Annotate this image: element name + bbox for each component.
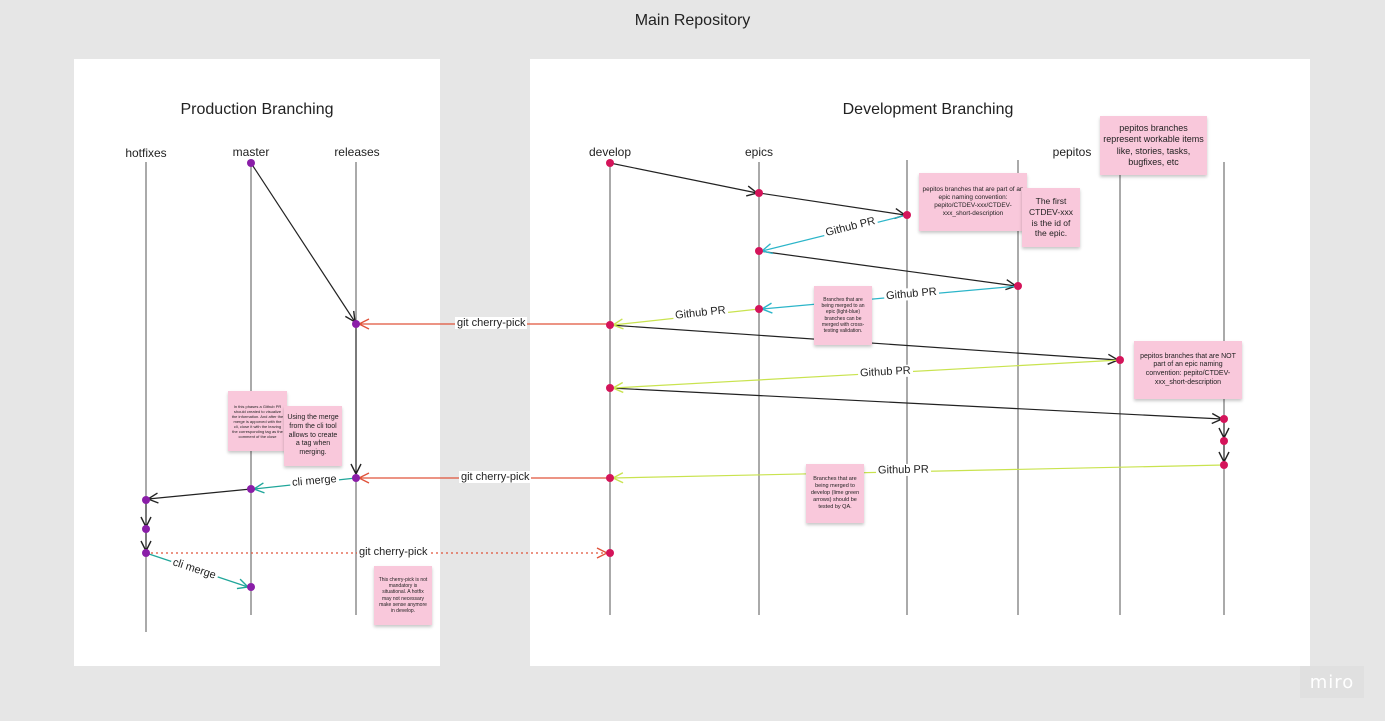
node-develop-4	[606, 474, 614, 482]
label-cherry-pick-3: git cherry-pick	[357, 546, 430, 558]
note-first-ctdev: The first CTDEV-xxx is the id of the epi…	[1022, 188, 1080, 247]
node-epic-branch2	[1014, 282, 1022, 290]
node-master-start	[247, 159, 255, 167]
note-epic-cross-testing: Branches that are being merged to an epi…	[814, 286, 872, 345]
note-epic-naming: pepitos branches that are part of an epi…	[919, 173, 1027, 231]
node-epics-1	[755, 189, 763, 197]
node-master-3	[247, 583, 255, 591]
node-pepito2-3	[1220, 461, 1228, 469]
node-epics-2	[755, 247, 763, 255]
node-pepito2-2	[1220, 437, 1228, 445]
note-pepitos-workable: pepitos branches represent workable item…	[1100, 116, 1207, 175]
arrow-develop-to-epics	[609, 162, 757, 193]
note-qa-testing: Branches that are being merged to develo…	[806, 464, 864, 523]
node-develop-2	[606, 321, 614, 329]
arrow-master-to-releases	[250, 162, 355, 322]
node-develop-5	[606, 549, 614, 557]
node-pepito2-1	[1220, 415, 1228, 423]
node-epic-branch1	[903, 211, 911, 219]
node-master-2	[247, 485, 255, 493]
label-cherry-pick-1: git cherry-pick	[455, 317, 528, 329]
note-cli-merge-tool: Using the merge from the cli tool allows…	[284, 406, 342, 466]
note-github-pr-phase: In this phases a Github PR should create…	[228, 391, 287, 451]
node-epics-3	[755, 305, 763, 313]
arrow-epics-to-branch1	[758, 192, 905, 215]
arrow-develop-to-pepito2	[609, 387, 1222, 419]
label-cherry-pick-2: git cherry-pick	[459, 471, 532, 483]
note-not-epic-naming: pepitos branches that are NOT part of an…	[1134, 341, 1242, 399]
arrow-epics-to-branch2	[758, 250, 1016, 286]
arrow-master-to-hotfixes	[148, 488, 252, 499]
label-github-pr-5: Github PR	[875, 463, 931, 477]
node-hotfixes-3	[142, 549, 150, 557]
node-develop-3	[606, 384, 614, 392]
node-develop-1	[606, 159, 614, 167]
miro-logo: miro	[1300, 666, 1364, 698]
node-releases-2	[352, 474, 360, 482]
note-cherry-pick-optional: This cherry-pick is not mandatory is sit…	[374, 566, 432, 625]
node-releases-1	[352, 320, 360, 328]
node-hotfixes-1	[142, 496, 150, 504]
node-pepito1	[1116, 356, 1124, 364]
node-hotfixes-2	[142, 525, 150, 533]
